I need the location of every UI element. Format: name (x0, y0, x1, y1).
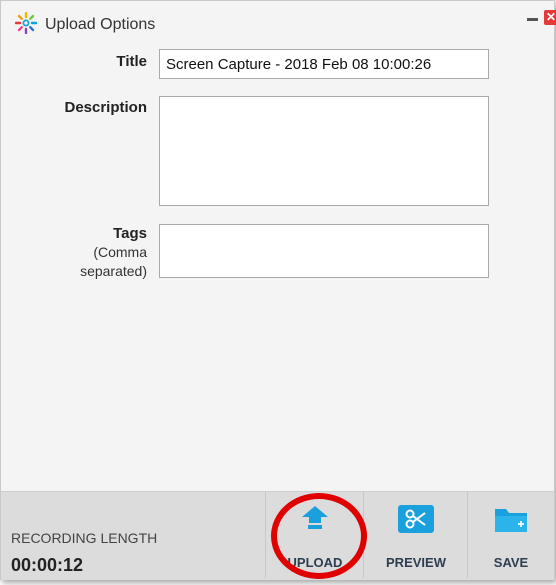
description-label: Description (64, 99, 147, 116)
close-icon[interactable]: ✕ (544, 10, 556, 25)
recording-length-label: RECORDING LENGTH (11, 530, 158, 546)
tags-label: Tags (113, 225, 147, 242)
tags-hint-line2: separated) (80, 263, 147, 279)
title-label: Title (116, 53, 147, 70)
save-button[interactable]: SAVE (467, 491, 554, 578)
scissors-icon (398, 505, 434, 533)
upload-button[interactable]: UPLOAD (265, 491, 364, 578)
upload-label: UPLOAD (287, 555, 343, 570)
tags-input[interactable] (159, 224, 489, 278)
tags-hint-line1: (Comma (93, 244, 147, 260)
save-label: SAVE (493, 555, 529, 570)
minimize-icon[interactable] (526, 12, 540, 26)
description-input[interactable] (159, 96, 489, 206)
spinner-logo-icon (15, 12, 37, 34)
preview-button[interactable]: PREVIEW (363, 491, 468, 578)
upload-icon (302, 506, 328, 529)
title-input[interactable] (159, 49, 489, 79)
recording-length-value: 00:00:12 (11, 555, 84, 575)
preview-label: PREVIEW (386, 555, 446, 570)
window-title: Upload Options (45, 16, 156, 33)
folder-icon (495, 509, 527, 532)
title-bar: Upload Options ✕ (1, 1, 556, 43)
